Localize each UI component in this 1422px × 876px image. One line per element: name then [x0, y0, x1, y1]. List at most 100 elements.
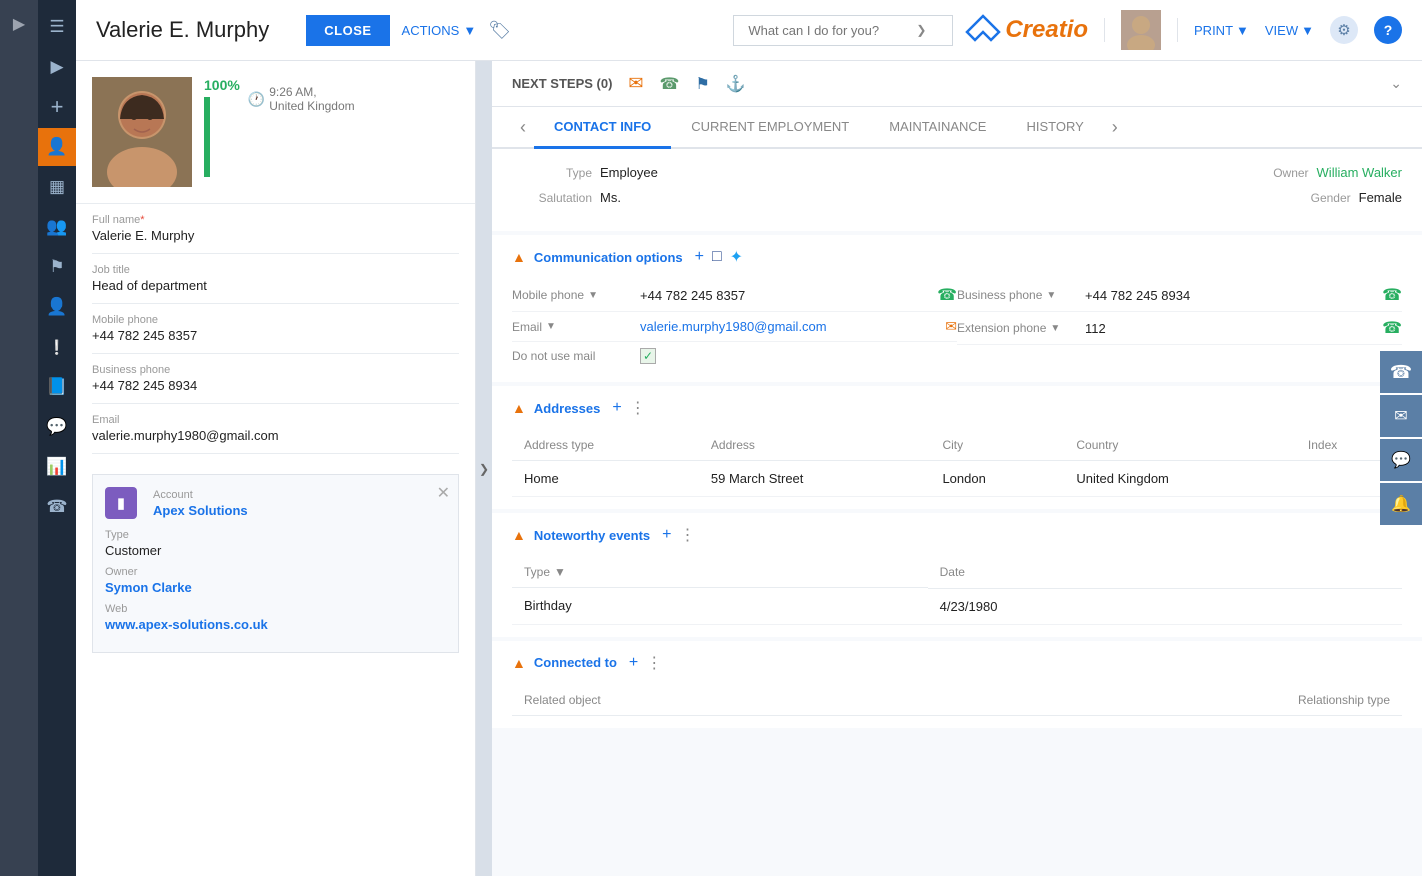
search-box: ❯	[733, 15, 953, 46]
account-close-button[interactable]: ✕	[437, 483, 450, 503]
job-title-field: Job title Head of department	[92, 254, 459, 304]
profile-progress: 100% 🕐 9:26 AM,	[204, 77, 459, 177]
extension-phone-dropdown[interactable]: ▼	[1050, 323, 1060, 334]
ct-col-related: Related object	[512, 685, 926, 716]
do-not-use-mail-row: Do not use mail ✓	[512, 342, 957, 370]
sidebar-item-phone[interactable]: ☎	[38, 488, 76, 526]
sidebar-item-users[interactable]: 👤	[38, 288, 76, 326]
right-email-button[interactable]: ✉	[1380, 395, 1422, 437]
connected-to-section: ▲ Connected to + ⋮ Related object Relati…	[492, 641, 1422, 728]
email-row: Email ▼ valerie.murphy1980@gmail.com ✉	[512, 312, 957, 342]
communication-title: Communication options	[534, 250, 683, 265]
next-steps-expand-icon[interactable]: ⌄	[1390, 75, 1402, 92]
addresses-add-button[interactable]: +	[612, 399, 621, 417]
email-send-icon[interactable]: ✉	[945, 318, 957, 335]
table-row: Birthday 4/23/1980	[512, 588, 1402, 624]
email-dropdown[interactable]: ▼	[546, 321, 556, 332]
right-phone-button[interactable]: ☎	[1380, 351, 1422, 393]
right-bell-button[interactable]: 🔔	[1380, 483, 1422, 525]
tab-next-button[interactable]: ›	[1104, 109, 1126, 146]
communication-grid: Mobile phone ▼ +44 782 245 8357 ☎ Em	[512, 279, 1402, 370]
help-button[interactable]: ?	[1374, 16, 1402, 44]
phone-step-icon[interactable]: ☎	[660, 74, 680, 94]
mobile-phone-dropdown[interactable]: ▼	[588, 290, 598, 301]
addr-city-cell: London	[930, 461, 1064, 497]
email-comm-value[interactable]: valerie.murphy1980@gmail.com	[640, 319, 827, 334]
sidebar-item-menu[interactable]: ☰	[38, 8, 76, 46]
type-value: Employee	[600, 165, 658, 180]
right-chat-button[interactable]: 💬	[1380, 439, 1422, 481]
tab-contact-info[interactable]: CONTACT INFO	[534, 107, 671, 149]
account-web-value[interactable]: www.apex-solutions.co.uk	[105, 617, 446, 632]
email-field: Email valerie.murphy1980@gmail.com	[92, 404, 459, 454]
flag-step-icon[interactable]: ⚑	[695, 74, 709, 94]
next-steps-bar: NEXT STEPS (0) ✉ ☎ ⚑ ⚓ ⌄	[492, 61, 1422, 107]
gender-field: Gender Female	[1005, 190, 1402, 205]
connected-to-table: Related object Relationship type	[512, 685, 1402, 716]
tab-current-employment[interactable]: CURRENT EMPLOYMENT	[671, 107, 869, 149]
mobile-phone-call-icon[interactable]: ☎	[937, 285, 957, 305]
owner-value[interactable]: William Walker	[1317, 165, 1402, 180]
account-owner-value[interactable]: Symon Clarke	[105, 580, 446, 595]
print-chevron-icon: ▼	[1236, 23, 1249, 38]
ne-type-cell: Birthday	[512, 588, 928, 624]
communication-add-button[interactable]: +	[695, 248, 704, 266]
mobile-phone-comm-value: +44 782 245 8357	[640, 288, 745, 303]
connected-to-collapse-icon[interactable]: ▲	[512, 655, 526, 671]
print-button[interactable]: PRINT ▼	[1194, 23, 1249, 38]
noteworthy-add-button[interactable]: +	[662, 526, 671, 544]
tab-prev-button[interactable]: ‹	[512, 109, 534, 146]
extension-phone-call-icon[interactable]: ☎	[1382, 318, 1402, 338]
sidebar-item-opportunities[interactable]: ⚑	[38, 248, 76, 286]
noteworthy-collapse-icon[interactable]: ▲	[512, 527, 526, 543]
business-phone-field: Business phone +44 782 245 8934	[92, 354, 459, 404]
search-input[interactable]	[748, 23, 908, 38]
sidebar-item-add[interactable]: +	[38, 88, 76, 126]
tag-icon[interactable]: 🏷	[488, 20, 511, 41]
close-button[interactable]: CLOSE	[306, 15, 389, 46]
right-actions: ☎ ✉ 💬 🔔	[1380, 351, 1422, 525]
account-name[interactable]: Apex Solutions	[153, 503, 248, 518]
sidebar-item-knowledge[interactable]: 📘	[38, 368, 76, 406]
communication-collapse-icon[interactable]: ▲	[512, 249, 526, 265]
twitter-icon[interactable]: ✦	[730, 247, 743, 267]
business-phone-dropdown[interactable]: ▼	[1046, 290, 1056, 301]
connected-to-more-button[interactable]: ⋮	[646, 653, 662, 673]
ct-col-relationship: Relationship type	[926, 685, 1403, 716]
do-not-use-mail-checkbox[interactable]: ✓	[640, 348, 656, 364]
communication-section: ▲ Communication options + □ ✦	[492, 235, 1422, 382]
sidebar-item-activity[interactable]: ▶	[38, 48, 76, 86]
sidebar-item-accounts[interactable]: 👥	[38, 208, 76, 246]
collapse-tab[interactable]: ❯	[476, 61, 492, 876]
settings-button[interactable]: ⚙	[1330, 16, 1358, 44]
addresses-more-button[interactable]: ⋮	[630, 398, 646, 418]
addr-col-type: Address type	[512, 430, 699, 461]
actions-button[interactable]: ACTIONS ▼	[402, 23, 477, 38]
user-avatar[interactable]	[1121, 10, 1161, 50]
addr-type-cell: Home	[512, 461, 699, 497]
tab-maintainance[interactable]: MAINTAINANCE	[869, 107, 1006, 149]
ne-col-type: Type ▼	[512, 557, 928, 588]
expand-rail-icon[interactable]: ▶	[0, 8, 38, 40]
facebook-icon[interactable]: □	[712, 248, 722, 266]
profile-meta: 🕐 9:26 AM, United Kingdom	[248, 85, 355, 113]
sidebar-item-analytics[interactable]: 📊	[38, 448, 76, 486]
type-sort-icon[interactable]: ▼	[554, 565, 566, 579]
noteworthy-table: Type ▼ Date Birthday 4/23/1980	[512, 557, 1402, 625]
addresses-table: Address type Address City Country Index	[512, 430, 1402, 497]
business-phone-call-icon[interactable]: ☎	[1382, 285, 1402, 305]
noteworthy-more-button[interactable]: ⋮	[680, 525, 696, 545]
addr-country-cell: United Kingdom	[1064, 461, 1296, 497]
table-row: Home 59 March Street London United Kingd…	[512, 461, 1402, 497]
sidebar-item-chat[interactable]: 💬	[38, 408, 76, 446]
addresses-collapse-icon[interactable]: ▲	[512, 400, 526, 416]
addr-col-city: City	[930, 430, 1064, 461]
sidebar-item-alerts[interactable]: ❕	[38, 328, 76, 366]
marker-step-icon[interactable]: ⚓	[726, 74, 746, 94]
sidebar-item-contacts[interactable]: 👤	[38, 128, 76, 166]
view-button[interactable]: VIEW ▼	[1265, 23, 1314, 38]
sidebar-item-grid[interactable]: ▦	[38, 168, 76, 206]
connected-to-add-button[interactable]: +	[629, 654, 638, 672]
email-step-icon[interactable]: ✉	[628, 73, 643, 94]
tab-history[interactable]: HISTORY	[1006, 107, 1103, 149]
